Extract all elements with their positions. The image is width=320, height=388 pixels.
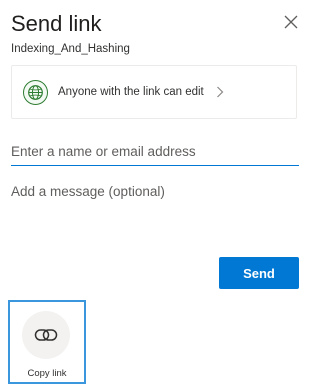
close-button[interactable] bbox=[281, 12, 301, 32]
message-input[interactable] bbox=[11, 184, 299, 244]
close-icon bbox=[284, 15, 298, 29]
link-permission-settings[interactable]: Anyone with the link can edit bbox=[11, 65, 297, 119]
recipient-input[interactable] bbox=[11, 138, 299, 166]
dialog-title: Send link bbox=[11, 11, 102, 36]
globe-icon bbox=[23, 79, 48, 105]
chevron-right-icon bbox=[216, 86, 224, 98]
link-icon-container bbox=[22, 311, 70, 359]
send-button[interactable]: Send bbox=[219, 257, 299, 289]
permission-label: Anyone with the link can edit bbox=[58, 86, 204, 98]
file-name: Indexing_And_Hashing bbox=[11, 43, 130, 55]
link-icon bbox=[34, 329, 58, 341]
copy-link-button[interactable]: Copy link bbox=[8, 300, 86, 384]
copy-link-label: Copy link bbox=[27, 368, 67, 379]
